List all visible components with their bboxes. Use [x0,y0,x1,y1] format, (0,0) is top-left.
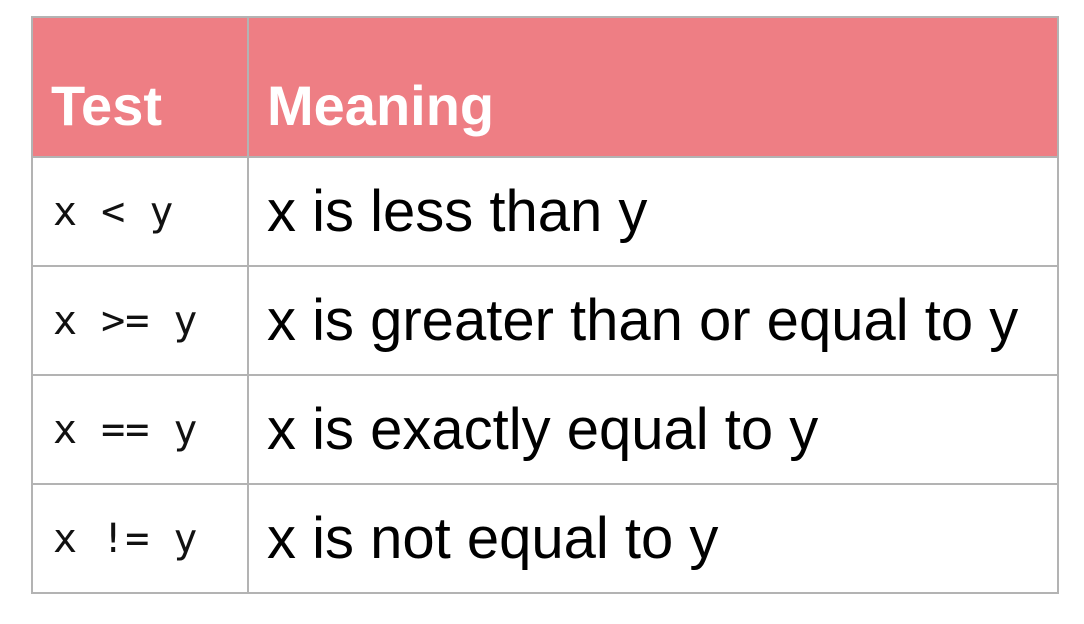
test-cell: x < y [31,156,249,267]
table-row: x >= y x is greater than or equal to y [31,265,1059,376]
comparison-table-container: Test Meaning x < y x is less than y x >=… [31,16,1059,594]
header-meaning: Meaning [247,16,1059,158]
comparison-operators-table: Test Meaning x < y x is less than y x >=… [31,16,1059,594]
table-row: x != y x is not equal to y [31,483,1059,594]
table-row: x == y x is exactly equal to y [31,374,1059,485]
meaning-cell: x is greater than or equal to y [247,265,1059,376]
table-header-row: Test Meaning [31,16,1059,158]
table-row: x < y x is less than y [31,156,1059,267]
meaning-cell: x is exactly equal to y [247,374,1059,485]
test-cell: x != y [31,483,249,594]
meaning-cell: x is less than y [247,156,1059,267]
header-test: Test [31,16,249,158]
meaning-cell: x is not equal to y [247,483,1059,594]
test-cell: x == y [31,374,249,485]
test-cell: x >= y [31,265,249,376]
